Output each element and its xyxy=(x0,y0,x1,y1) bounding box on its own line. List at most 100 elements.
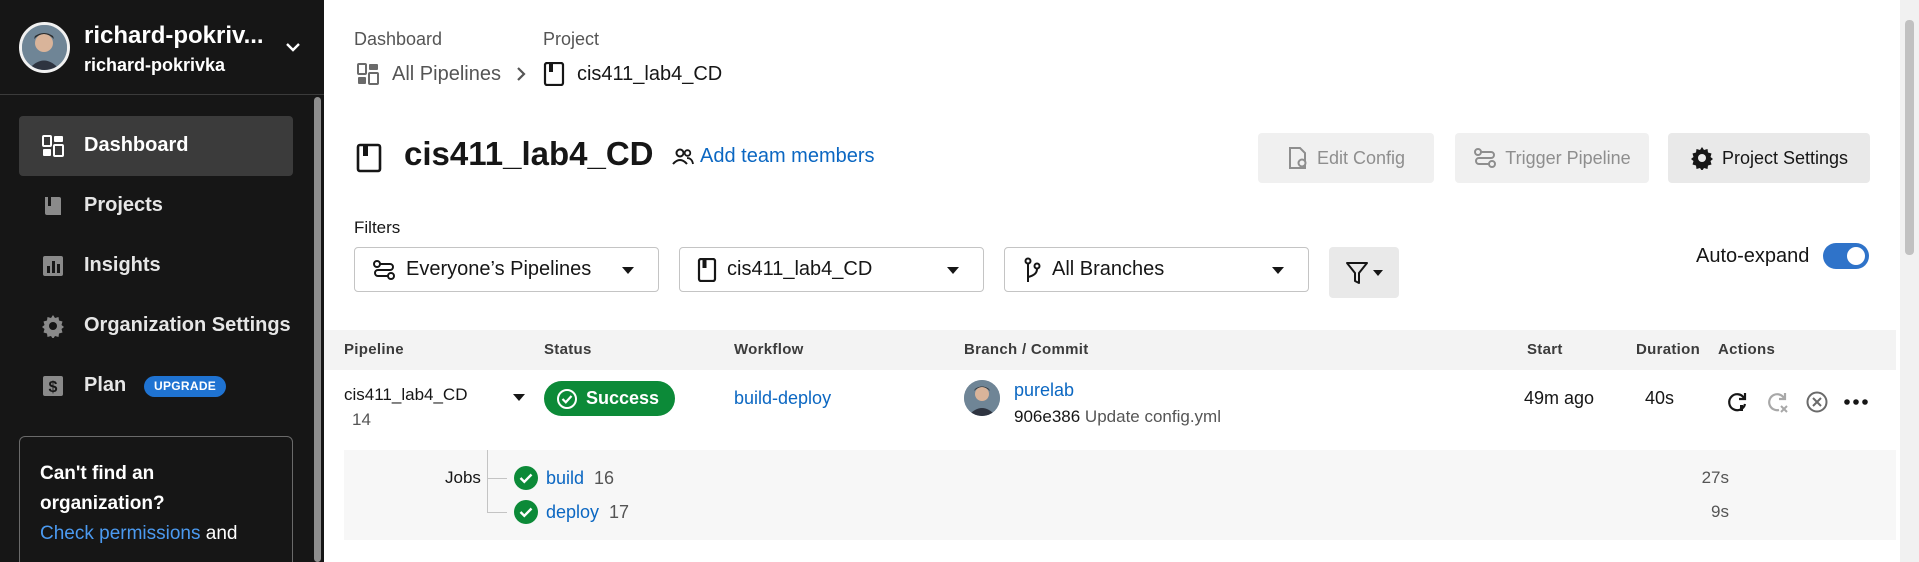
insights-icon xyxy=(43,256,63,276)
edit-config-button[interactable]: Edit Config xyxy=(1258,133,1434,183)
page-title: cis411_lab4_CD xyxy=(404,135,654,172)
tree-line xyxy=(487,450,488,512)
sidebar-item-projects[interactable]: Projects xyxy=(19,176,293,236)
check-circle-icon xyxy=(557,388,577,409)
upgrade-badge[interactable]: UPGRADE xyxy=(144,376,227,397)
sidebar-item-organization-settings[interactable]: Organization Settings xyxy=(19,296,293,356)
notice-heading: Can't find an organization? xyxy=(40,463,165,514)
project-settings-label: Project Settings xyxy=(1721,147,1849,168)
page-scrollbar[interactable] xyxy=(1900,0,1919,562)
advanced-filter-button[interactable] xyxy=(1329,247,1399,298)
rerun-icon xyxy=(1728,393,1747,412)
org-permissions-notice: Can't find an organization? Check permis… xyxy=(19,436,293,562)
people-icon xyxy=(672,148,694,165)
org-name: richard-pokriv... xyxy=(84,22,264,49)
check-permissions-link[interactable]: Check permissions xyxy=(40,523,201,544)
trigger-pipeline-label: Trigger Pipeline xyxy=(1505,147,1631,168)
pipeline-name: cis411_lab4_CD xyxy=(344,385,468,404)
branch-icon xyxy=(1024,257,1041,282)
project-select-value: cis411_lab4_CD xyxy=(727,258,873,280)
tree-line xyxy=(487,512,507,513)
org-subtitle: richard-pokrivka xyxy=(84,55,226,75)
project-settings-button[interactable]: Project Settings xyxy=(1668,133,1870,183)
breadcrumb-dashboard-label: Dashboard xyxy=(354,29,443,49)
gear-icon xyxy=(42,315,64,338)
sidebar-item-label: Insights xyxy=(84,254,161,276)
org-switcher[interactable]: richard-pokriv... richard-pokrivka xyxy=(0,0,324,95)
jobs-panel: Jobs build 16 27s deploy 17 9s xyxy=(344,450,1896,540)
project-book-icon xyxy=(543,62,565,86)
column-status: Status xyxy=(544,341,592,358)
rerun-failed-button[interactable] xyxy=(1764,389,1790,415)
pipelines-table-header: Pipeline Status Workflow Branch / Commit… xyxy=(324,330,1896,370)
pipeline-owner-select[interactable]: Everyone’s Pipelines xyxy=(354,247,659,292)
commit-sha: 906e386 xyxy=(1014,407,1081,426)
check-circle-icon xyxy=(514,466,538,490)
svg-text:$: $ xyxy=(49,379,58,396)
file-gear-icon xyxy=(1288,147,1307,169)
project-book-icon xyxy=(697,257,717,282)
job-duration: 9s xyxy=(1711,502,1729,521)
avatar xyxy=(964,380,1000,416)
tree-line xyxy=(487,478,507,479)
caret-down-icon xyxy=(947,267,959,274)
projects-icon xyxy=(45,197,61,215)
job-name[interactable]: build xyxy=(546,468,584,489)
rerun-button[interactable] xyxy=(1724,389,1750,415)
job-duration: 27s xyxy=(1701,468,1729,487)
project-book-icon xyxy=(356,143,382,173)
column-duration: Duration xyxy=(1636,341,1701,358)
notice-tail: and xyxy=(205,523,238,544)
scrollbar-thumb[interactable] xyxy=(1905,20,1914,255)
cancel-icon xyxy=(1806,391,1828,413)
job-number: 17 xyxy=(609,501,630,522)
rerun-failed-icon xyxy=(1768,393,1788,413)
status-badge[interactable]: Success xyxy=(544,381,676,416)
sidebar-item-insights[interactable]: Insights xyxy=(19,236,293,296)
branch-select[interactable]: All Branches xyxy=(1004,247,1309,292)
dashboard-icon xyxy=(42,135,64,157)
pipeline-number: 14 xyxy=(352,410,371,429)
sidebar-scrollbar[interactable] xyxy=(314,97,321,562)
job-item[interactable]: build 16 xyxy=(514,466,614,490)
job-number: 16 xyxy=(594,467,615,488)
column-start: Start xyxy=(1527,341,1563,358)
sidebar: richard-pokriv... richard-pokrivka Dashb… xyxy=(0,0,324,562)
filters-label: Filters xyxy=(354,218,401,237)
sidebar-item-label: Plan xyxy=(84,374,127,396)
caret-down-icon xyxy=(622,267,634,274)
more-actions-button[interactable] xyxy=(1843,389,1869,415)
sidebar-item-label: Projects xyxy=(84,194,163,216)
trigger-pipeline-button[interactable]: Trigger Pipeline xyxy=(1455,133,1649,183)
pipeline-icon xyxy=(1474,148,1497,168)
chevron-down-icon[interactable] xyxy=(284,38,302,56)
more-dots-icon xyxy=(1844,399,1868,405)
auto-expand-toggle[interactable] xyxy=(1823,243,1869,269)
filter-icon xyxy=(1346,261,1368,284)
sidebar-item-plan[interactable]: $ Plan UPGRADE xyxy=(19,356,293,416)
table-row: cis411_lab4_CD 14 Success build-deploy p… xyxy=(324,370,1896,450)
add-team-members-link[interactable]: Add team members xyxy=(672,145,875,168)
sidebar-item-dashboard[interactable]: Dashboard xyxy=(19,116,293,176)
duration: 40s xyxy=(1644,388,1674,408)
commit-message: Update config.yml xyxy=(1084,407,1221,426)
column-branch-commit: Branch / Commit xyxy=(964,341,1089,358)
gear-icon xyxy=(1690,147,1713,170)
dollar-icon: $ xyxy=(43,376,63,396)
sidebar-item-label: Dashboard xyxy=(84,134,189,156)
main-content: Dashboard Project All Pipelines cis411_l… xyxy=(324,0,1919,562)
cancel-workflow-button[interactable] xyxy=(1804,389,1830,415)
job-name[interactable]: deploy xyxy=(546,502,599,523)
pipeline-owner-value: Everyone’s Pipelines xyxy=(406,258,592,280)
commit-author-link[interactable]: purelab xyxy=(1014,380,1074,401)
breadcrumb-all-pipelines[interactable]: All Pipelines xyxy=(392,63,501,86)
column-workflow: Workflow xyxy=(734,341,804,358)
breadcrumb-project-name: cis411_lab4_CD xyxy=(576,62,723,85)
commit-info[interactable]: 906e386 Update config.yml xyxy=(1014,407,1221,427)
job-item[interactable]: deploy 17 xyxy=(514,500,629,524)
column-pipeline: Pipeline xyxy=(344,341,404,358)
expand-caret-icon[interactable] xyxy=(513,394,525,401)
workflow-link[interactable]: build-deploy xyxy=(734,388,831,409)
project-select[interactable]: cis411_lab4_CD xyxy=(679,247,984,292)
auto-expand-label: Auto-expand xyxy=(1696,245,1810,267)
